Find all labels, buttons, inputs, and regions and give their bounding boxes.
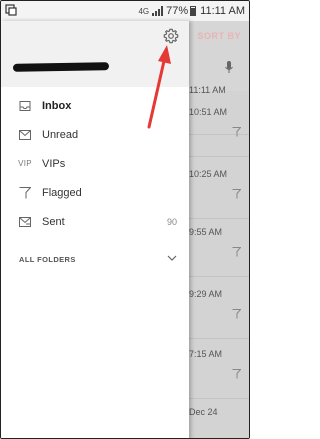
- sort-by-button[interactable]: SORT BY: [197, 31, 241, 41]
- clock: 11:11 AM: [200, 5, 245, 17]
- flag-icon[interactable]: [232, 189, 241, 199]
- email-time: 10:51 AM: [189, 107, 228, 117]
- gear-icon[interactable]: [163, 28, 179, 44]
- list-item[interactable]: 10:25 AM: [187, 167, 249, 219]
- list-item[interactable]: 7:15 AM: [187, 347, 249, 399]
- phone-screen: 4G 77% 11:11 AM SORT BY 11:11 AM 10:51 A…: [0, 0, 250, 439]
- flag-icon[interactable]: [232, 369, 241, 379]
- sent-icon: [19, 216, 31, 228]
- drawer-header: [1, 21, 189, 87]
- all-folders-toggle[interactable]: ALL FOLDERS: [1, 249, 189, 269]
- nav-item-vips[interactable]: VIP VIPs: [1, 149, 189, 178]
- email-time: 9:55 AM: [189, 227, 223, 237]
- flag-icon[interactable]: [232, 127, 241, 137]
- email-time: 11:11 AM: [189, 85, 226, 95]
- flag-icon[interactable]: [232, 247, 241, 257]
- nav-item-label: VIPs: [42, 157, 66, 170]
- microphone-icon[interactable]: [225, 61, 233, 73]
- email-time: 7:15 AM: [189, 349, 223, 359]
- nav-item-label: Inbox: [42, 99, 72, 112]
- all-folders-label: ALL FOLDERS: [19, 254, 76, 264]
- vip-icon-text: VIP: [18, 159, 32, 168]
- nav-item-label: Unread: [42, 128, 79, 141]
- nav-item-label: Sent: [42, 215, 65, 228]
- chevron-down-icon: [167, 255, 177, 261]
- redacted-account-name: [12, 62, 110, 72]
- navigation-drawer: Inbox Unread VIP VIPs Flagged Sent 90 AL…: [1, 21, 189, 438]
- notification-icon: [5, 4, 17, 16]
- network-type: 4G: [138, 6, 150, 16]
- folder-nav: Inbox Unread VIP VIPs Flagged Sent 90: [1, 91, 189, 236]
- nav-item-unread[interactable]: Unread: [1, 120, 189, 149]
- sent-count: 90: [166, 216, 177, 227]
- flag-icon[interactable]: [232, 309, 241, 319]
- email-time: 10:25 AM: [189, 169, 228, 179]
- vip-icon: VIP: [18, 158, 32, 170]
- battery-percent: 77%: [166, 5, 189, 17]
- list-item[interactable]: 9:29 AM: [187, 287, 249, 339]
- status-bar: 4G 77% 11:11 AM: [1, 1, 249, 21]
- inbox-icon: [19, 100, 31, 112]
- list-item[interactable]: 10:51 AM: [187, 105, 249, 157]
- nav-item-sent[interactable]: Sent 90: [1, 207, 189, 236]
- flag-icon: [19, 186, 31, 199]
- list-item[interactable]: 9:55 AM: [187, 225, 249, 277]
- envelope-icon: [19, 129, 31, 141]
- nav-item-inbox[interactable]: Inbox: [1, 91, 189, 120]
- list-item[interactable]: Dec 24: [187, 405, 249, 438]
- email-time: 9:29 AM: [189, 289, 223, 299]
- email-time: Dec 24: [189, 407, 218, 417]
- nav-item-label: Flagged: [42, 186, 82, 199]
- signal-icon: [152, 6, 164, 16]
- battery-icon: [190, 6, 197, 16]
- nav-item-flagged[interactable]: Flagged: [1, 178, 189, 207]
